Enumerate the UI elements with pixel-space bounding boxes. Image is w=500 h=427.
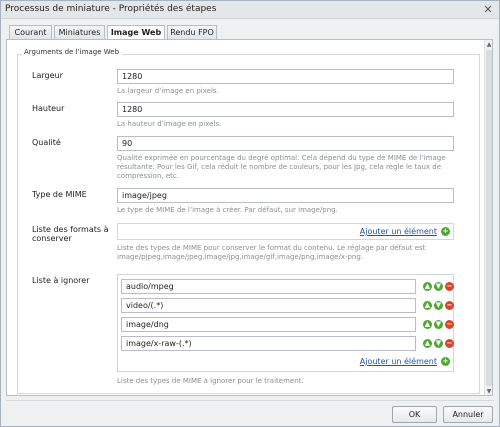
keep-formats-label: Liste des formats à conserver: [32, 225, 109, 243]
quality-field[interactable]: 90: [117, 136, 454, 151]
remove-icon[interactable]: −: [445, 301, 454, 310]
height-label: Hauteur: [32, 104, 65, 113]
up-arrow-icon[interactable]: ▲: [423, 339, 432, 348]
cancel-button[interactable]: Annuler: [443, 406, 493, 423]
close-icon[interactable]: ✕: [481, 3, 495, 16]
ignore-list-add-link[interactable]: Ajouter un élément: [360, 357, 437, 366]
keep-formats-help: Liste des types de MIME pour conserver l…: [117, 244, 426, 261]
width-field[interactable]: 1280: [117, 69, 454, 84]
up-arrow-icon[interactable]: ▲: [423, 320, 432, 329]
ignore-item-field[interactable]: audio/mpeg: [121, 279, 416, 294]
mime-help: Le type de MIME de l’image à créer. Par …: [117, 206, 338, 214]
quality-label: Qualité: [32, 138, 61, 147]
title-bar[interactable]: Processus de miniature - Propriétés des …: [1, 1, 499, 19]
vertical-scrollbar[interactable]: ▲ ▼: [484, 40, 492, 395]
remove-icon[interactable]: −: [445, 320, 454, 329]
scroll-thumb[interactable]: [486, 50, 492, 386]
add-icon[interactable]: +: [441, 227, 450, 236]
ignore-list: audio/mpeg ▲ ▼ − video/(.*) ▲ ▼ − image/…: [117, 274, 454, 372]
quality-help: Qualité exprimée en pourcentage du degré…: [117, 154, 446, 180]
width-help: La largeur d’image en pixels.: [117, 87, 219, 95]
mime-field[interactable]: image/jpeg: [117, 188, 454, 203]
up-arrow-icon[interactable]: ▲: [423, 301, 432, 310]
add-icon[interactable]: +: [441, 357, 450, 366]
down-arrow-icon[interactable]: ▼: [434, 320, 443, 329]
footer-divider: [6, 400, 494, 401]
tab-rendu-fpo[interactable]: Rendu FPO: [167, 25, 217, 40]
tab-panel: Arguments de l’image Web Largeur 1280 La…: [6, 39, 493, 396]
down-arrow-icon[interactable]: ▼: [434, 339, 443, 348]
keep-formats-add-link[interactable]: Ajouter un élément: [360, 227, 437, 236]
ignore-list-label: Liste à ignorer: [32, 276, 90, 285]
ignore-list-help: Liste des types de MIME à ignorer pour l…: [117, 377, 304, 385]
window-title: Processus de miniature - Propriétés des …: [5, 4, 217, 14]
ignore-item-field[interactable]: video/(.*): [121, 298, 416, 313]
scroll-down-icon[interactable]: ▼: [486, 388, 492, 395]
tab-courant[interactable]: Courant: [9, 25, 52, 40]
ignore-item-field[interactable]: image/dng: [121, 317, 416, 332]
down-arrow-icon[interactable]: ▼: [434, 301, 443, 310]
tab-miniatures[interactable]: Miniatures: [54, 25, 105, 40]
height-field[interactable]: 1280: [117, 102, 454, 117]
mime-label: Type de MIME: [32, 190, 87, 199]
width-label: Largeur: [32, 71, 63, 80]
group-legend: Arguments de l’image Web: [21, 48, 123, 56]
down-arrow-icon[interactable]: ▼: [434, 282, 443, 291]
keep-formats-list: Ajouter un élément +: [117, 223, 454, 240]
up-arrow-icon[interactable]: ▲: [423, 282, 432, 291]
ok-button[interactable]: OK: [392, 406, 437, 423]
remove-icon[interactable]: −: [445, 339, 454, 348]
scroll-up-icon[interactable]: ▲: [486, 41, 492, 48]
height-help: La hauteur d’image en pixels.: [117, 120, 222, 128]
remove-icon[interactable]: −: [445, 282, 454, 291]
ignore-item-field[interactable]: image/x-raw-(.*): [121, 336, 416, 351]
properties-dialog: Processus de miniature - Propriétés des …: [0, 0, 500, 427]
